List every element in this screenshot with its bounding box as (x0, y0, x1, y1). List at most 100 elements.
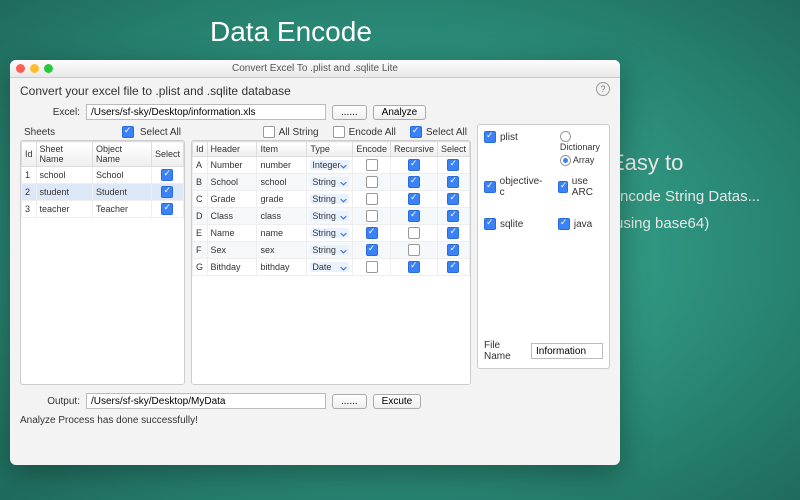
row-encode-checkbox[interactable] (366, 159, 378, 171)
filename-input[interactable] (531, 343, 603, 359)
chevron-down-icon[interactable] (340, 162, 347, 169)
headers-pane: All String Encode All Select All Id Head… (191, 124, 471, 385)
arc-label: use ARC (572, 176, 603, 198)
help-button[interactable]: ? (596, 82, 610, 96)
row-select-checkbox[interactable] (447, 261, 459, 273)
browse-output-button[interactable]: ...... (332, 394, 367, 409)
table-row[interactable]: FSexsexString (193, 242, 470, 259)
dictionary-radio[interactable] (560, 131, 571, 142)
cell-objectname[interactable]: Student (93, 184, 152, 201)
cell-type[interactable]: String (307, 242, 353, 259)
excute-button[interactable]: Excute (373, 394, 422, 409)
row-recursive-checkbox[interactable] (408, 210, 420, 222)
cell-item[interactable]: sex (257, 242, 307, 259)
cell-item[interactable]: bithday (257, 259, 307, 276)
chevron-down-icon[interactable] (340, 230, 347, 237)
cell-type[interactable]: String (307, 191, 353, 208)
row-recursive-checkbox[interactable] (408, 176, 420, 188)
col-objectname: Object Name (93, 142, 152, 167)
row-select-checkbox[interactable] (161, 169, 173, 181)
cell-type[interactable]: String (307, 174, 353, 191)
hcol-header: Header (207, 142, 257, 157)
row-recursive-checkbox[interactable] (408, 159, 420, 171)
filename-label: File Name (484, 340, 527, 362)
cell-type[interactable]: String (307, 225, 353, 242)
chevron-down-icon[interactable] (340, 179, 347, 186)
output-path-input[interactable] (86, 393, 326, 409)
cell-type[interactable]: Date (307, 259, 353, 276)
browse-excel-button[interactable]: ...... (332, 105, 367, 120)
cell-item[interactable]: grade (257, 191, 307, 208)
excel-label: Excel: (40, 107, 80, 118)
cell-item[interactable]: number (257, 157, 307, 174)
table-row[interactable]: GBithdaybithdayDate (193, 259, 470, 276)
app-window: Convert Excel To .plist and .sqlite Lite… (10, 60, 620, 465)
sheets-select-all-label: Select All (140, 127, 181, 138)
row-encode-checkbox[interactable] (366, 176, 378, 188)
row-select-checkbox[interactable] (447, 227, 459, 239)
all-string-checkbox[interactable] (263, 126, 275, 138)
table-row[interactable]: ENamenameString (193, 225, 470, 242)
table-row[interactable]: DClassclassString (193, 208, 470, 225)
cell-id: D (193, 208, 208, 225)
cell-item[interactable]: school (257, 174, 307, 191)
encode-all-checkbox[interactable] (333, 126, 345, 138)
sqlite-label: sqlite (500, 219, 523, 230)
row-select-checkbox[interactable] (447, 176, 459, 188)
cell-type[interactable]: String (307, 208, 353, 225)
row-encode-checkbox[interactable] (366, 193, 378, 205)
excel-path-input[interactable] (86, 104, 326, 120)
row-select-checkbox[interactable] (161, 203, 173, 215)
row-select-checkbox[interactable] (447, 159, 459, 171)
row-encode-checkbox[interactable] (366, 210, 378, 222)
sheets-title: Sheets (24, 127, 55, 138)
col-id: Id (22, 142, 37, 167)
table-row[interactable]: 1schoolSchool (22, 167, 184, 184)
row-encode-checkbox[interactable] (366, 261, 378, 273)
cell-item[interactable]: class (257, 208, 307, 225)
objc-checkbox[interactable] (484, 181, 496, 193)
cell-type[interactable]: Integer (307, 157, 353, 174)
java-checkbox[interactable] (558, 218, 570, 230)
headers-select-all-checkbox[interactable] (410, 126, 422, 138)
row-select-checkbox[interactable] (161, 186, 173, 198)
cell-item[interactable]: name (257, 225, 307, 242)
sheets-pane: Sheets Select All Id Sheet Name Object N… (20, 124, 185, 385)
table-row[interactable]: 3teacherTeacher (22, 201, 184, 218)
row-recursive-checkbox[interactable] (408, 261, 420, 273)
chevron-down-icon[interactable] (340, 247, 347, 254)
sheets-select-all-checkbox[interactable] (122, 126, 134, 138)
row-recursive-checkbox[interactable] (408, 244, 420, 256)
cell-id: 1 (22, 167, 37, 184)
row-select-checkbox[interactable] (447, 244, 459, 256)
cell-id: C (193, 191, 208, 208)
arc-checkbox[interactable] (558, 181, 568, 193)
chevron-down-icon[interactable] (340, 213, 347, 220)
table-row[interactable]: BSchoolschoolString (193, 174, 470, 191)
row-select-checkbox[interactable] (447, 193, 459, 205)
status-text: Analyze Process has done successfully! (20, 415, 610, 426)
cell-header: School (207, 174, 257, 191)
analyze-button[interactable]: Analyze (373, 105, 427, 120)
row-recursive-checkbox[interactable] (408, 193, 420, 205)
table-row[interactable]: ANumbernumberInteger (193, 157, 470, 174)
chevron-down-icon[interactable] (340, 196, 347, 203)
sqlite-checkbox[interactable] (484, 218, 496, 230)
all-string-label: All String (279, 127, 319, 138)
chevron-down-icon[interactable] (340, 264, 347, 271)
cell-objectname[interactable]: School (93, 167, 152, 184)
table-row[interactable]: 2studentStudent (22, 184, 184, 201)
array-radio[interactable] (560, 155, 571, 166)
row-recursive-checkbox[interactable] (408, 227, 420, 239)
dictionary-label: Dictionary (560, 142, 600, 152)
row-encode-checkbox[interactable] (366, 244, 378, 256)
window-title: Convert Excel To .plist and .sqlite Lite (10, 63, 620, 74)
table-row[interactable]: CGradegradeString (193, 191, 470, 208)
row-encode-checkbox[interactable] (366, 227, 378, 239)
plist-checkbox[interactable] (484, 131, 496, 143)
sheets-table: Id Sheet Name Object Name Select 1school… (21, 141, 184, 218)
cell-objectname[interactable]: Teacher (93, 201, 152, 218)
cell-id: B (193, 174, 208, 191)
row-select-checkbox[interactable] (447, 210, 459, 222)
side-line2: Encode String Datas... (610, 188, 790, 205)
